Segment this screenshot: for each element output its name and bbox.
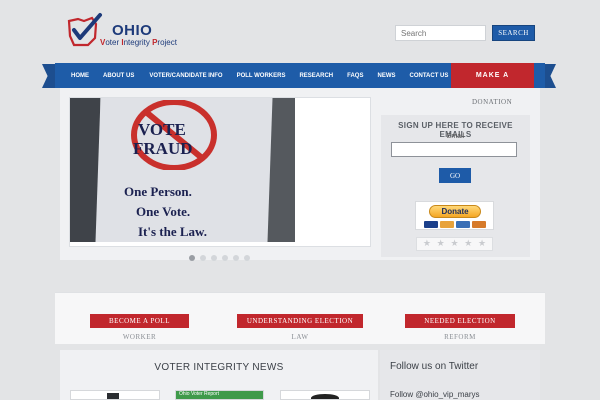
donation-label: DONATION xyxy=(472,98,513,106)
news-thumbnail[interactable]: Ohio Voter Report xyxy=(175,390,264,400)
sign-line: One Person. xyxy=(124,184,192,199)
nav-poll-workers[interactable]: POLL WORKERS xyxy=(237,73,286,79)
become-poll-worker-button[interactable]: BECOME A POLL xyxy=(90,314,189,328)
nav-make-donation[interactable]: MAKE A xyxy=(451,63,534,88)
search-button[interactable]: SEARCH xyxy=(492,25,535,41)
become-poll-worker-continuation: WORKER xyxy=(122,333,157,341)
logo-title: OHIO xyxy=(112,22,153,39)
nav-faqs[interactable]: FAQS xyxy=(347,73,363,79)
slider-dot[interactable] xyxy=(244,255,250,261)
logo-subtitle: Voter Integrity Project xyxy=(100,38,177,47)
needed-election-reform-continuation: REFORM xyxy=(444,333,476,341)
search-input[interactable] xyxy=(395,25,486,41)
sign-line: It's the Law. xyxy=(138,224,207,239)
star-rating[interactable]: ★ ★ ★ ★ ★ xyxy=(416,237,493,251)
star-icon[interactable]: ★ xyxy=(450,239,458,249)
star-icon[interactable]: ★ xyxy=(464,239,472,249)
discover-icon xyxy=(472,221,486,228)
slider-dot[interactable] xyxy=(222,255,228,261)
payment-cards xyxy=(424,221,486,228)
sign-line: FRAUD xyxy=(133,139,193,158)
email-field[interactable] xyxy=(391,142,517,157)
star-icon[interactable]: ★ xyxy=(423,239,431,249)
donate-button[interactable]: Donate xyxy=(429,205,481,218)
nav-about-us[interactable]: ABOUT US xyxy=(103,73,134,79)
news-thumbnail[interactable] xyxy=(70,390,160,400)
needed-election-reform-button[interactable]: NEEDED ELECTION xyxy=(405,314,515,328)
amex-icon xyxy=(456,221,470,228)
slider-dot[interactable] xyxy=(200,255,206,261)
visa-icon xyxy=(424,221,438,228)
slider-dot[interactable] xyxy=(211,255,217,261)
twitter-follow-link[interactable]: Follow @ohio_vip_marys xyxy=(390,390,480,399)
star-icon[interactable]: ★ xyxy=(478,239,486,249)
email-label: Email xyxy=(446,133,465,140)
star-icon[interactable]: ★ xyxy=(437,239,445,249)
news-thumbnail[interactable] xyxy=(280,390,370,400)
slider-dots xyxy=(189,255,250,261)
nav-research[interactable]: RESEARCH xyxy=(299,73,333,79)
nav-home[interactable]: HOME xyxy=(71,73,89,79)
twitter-title: Follow us on Twitter xyxy=(390,361,479,372)
slider-dot[interactable] xyxy=(233,255,239,261)
paypal-donate[interactable]: Donate xyxy=(415,201,494,230)
site-logo[interactable]: OHIO Voter Integrity Project xyxy=(66,12,236,52)
sign-line: VOTE xyxy=(138,120,186,139)
understanding-election-law-button[interactable]: UNDERSTANDING ELECTION xyxy=(237,314,363,328)
nav-contact-us[interactable]: CONTACT US xyxy=(409,73,448,79)
nav-news[interactable]: NEWS xyxy=(377,73,395,79)
nav-voter-candidate-info[interactable]: VOTER/CANDIDATE INFO xyxy=(149,73,222,79)
sign-line: One Vote. xyxy=(136,204,191,219)
go-button[interactable]: GO xyxy=(439,168,471,183)
understanding-election-law-continuation: LAW xyxy=(291,333,309,341)
news-title: VOTER INTEGRITY NEWS xyxy=(154,362,284,373)
slide-image-vote-fraud[interactable]: VOTE FRAUD One Person. One Vote. It's th… xyxy=(70,98,295,242)
slider-dot[interactable] xyxy=(189,255,195,261)
mastercard-icon xyxy=(440,221,454,228)
